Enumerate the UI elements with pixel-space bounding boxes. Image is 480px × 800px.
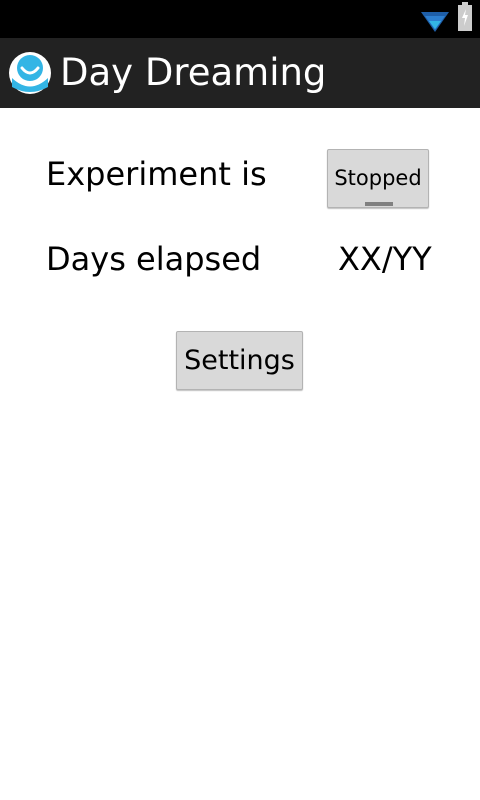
experiment-toggle-button[interactable]: Stopped (327, 149, 429, 208)
wifi-icon (421, 12, 449, 32)
action-bar: Day Dreaming (0, 38, 480, 108)
battery-charging-icon (458, 2, 472, 31)
toggle-indicator (365, 202, 393, 206)
toggle-button-label: Stopped (334, 166, 422, 190)
experiment-label: Experiment is (46, 155, 267, 193)
days-elapsed-label: Days elapsed (46, 240, 262, 278)
app-logo-icon[interactable] (8, 51, 52, 95)
status-bar (0, 0, 480, 38)
app-title: Day Dreaming (60, 51, 327, 94)
days-elapsed-value: XX/YY (338, 240, 432, 278)
settings-button[interactable]: Settings (176, 331, 303, 390)
